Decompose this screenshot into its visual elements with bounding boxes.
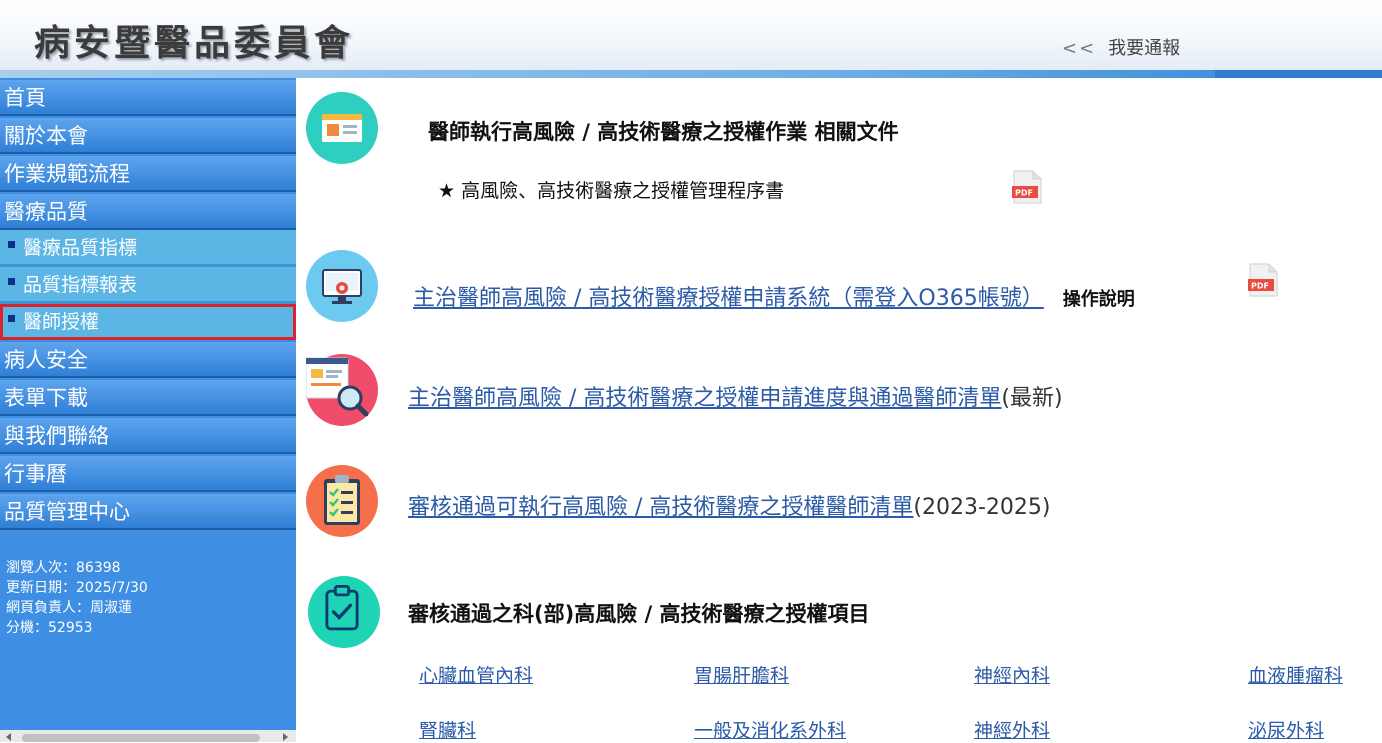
- sidebar-subitem-quality-indicators[interactable]: 醫療品質指標: [0, 230, 296, 266]
- doc-item-label: 高風險、高技術醫療之授權管理程序書: [461, 180, 785, 202]
- square-bullet-icon: [8, 278, 15, 285]
- header-divider: [0, 70, 1382, 78]
- dept-link-hematology-oncology[interactable]: 血液腫瘤科: [1248, 661, 1343, 688]
- operation-guide-label: 操作說明: [1062, 289, 1135, 310]
- section-application-progress: 主治醫師高風險 / 高技術醫療之授權申請進度與通過醫師清單(最新): [408, 380, 1063, 412]
- sidebar-subitem-label: 醫師授權: [23, 311, 100, 333]
- scroll-right-icon[interactable]: [283, 733, 288, 741]
- sidebar-item-home[interactable]: 首頁: [0, 80, 296, 116]
- document-icon: [306, 92, 378, 164]
- sidebar-subitem-indicator-reports[interactable]: 品質指標報表: [0, 267, 296, 303]
- sidebar-item-qm-center[interactable]: 品質管理中心: [0, 494, 296, 530]
- pdf-label: PDF: [1015, 189, 1033, 198]
- sidebar-item-about[interactable]: 關於本會: [0, 118, 296, 154]
- phone-extension: 分機：52953: [6, 620, 93, 636]
- year-range: (2023-2025): [913, 495, 1051, 520]
- scroll-left-icon[interactable]: [6, 733, 11, 741]
- monitor-icon: [306, 250, 378, 322]
- sidebar-item-contact[interactable]: 與我們聯絡: [0, 418, 296, 454]
- site-header: 病安暨醫品委員會 << 我要通報: [0, 0, 1382, 78]
- sidebar-subitem-label: 醫療品質指標: [23, 237, 138, 259]
- pdf-icon[interactable]: PDF: [1248, 263, 1278, 297]
- square-bullet-icon: [8, 241, 15, 248]
- star-icon: ★: [438, 180, 456, 202]
- application-system-link[interactable]: 主治醫師高風險 / 高技術醫療授權申請系統（需登入O365帳號）: [413, 286, 1044, 311]
- pdf-icon[interactable]: PDF: [1012, 170, 1042, 204]
- dept-link-general-surgery[interactable]: 一般及消化系外科: [694, 716, 846, 743]
- report-link[interactable]: << 我要通報: [1062, 34, 1180, 60]
- square-bullet-icon: [8, 315, 15, 322]
- clipboard-list-icon: [306, 465, 378, 537]
- page-owner: 網頁負責人：周淑蓮: [6, 600, 132, 616]
- sidebar-subitem-label: 品質指標報表: [23, 274, 138, 296]
- dept-link-cardiology[interactable]: 心臟血管內科: [419, 661, 533, 688]
- pdf-label: PDF: [1251, 282, 1269, 291]
- dept-link-neurology[interactable]: 神經內科: [974, 661, 1050, 688]
- update-date: 更新日期：2025/7/30: [6, 580, 148, 596]
- sidebar-item-procedures[interactable]: 作業規範流程: [0, 156, 296, 192]
- sidebar: 首頁 關於本會 作業規範流程 醫療品質 醫療品質指標 品質指標報表 醫師授權 病…: [0, 78, 296, 742]
- dept-link-nephrology[interactable]: 腎臟科: [419, 716, 476, 743]
- site-stats: 瀏覽人次：86398 更新日期：2025/7/30 網頁負責人：周淑蓮 分機：5…: [6, 558, 148, 638]
- double-chevron-left-icon: <<: [1062, 38, 1097, 59]
- doc-item-procedure: ★ 高風險、高技術醫療之授權管理程序書: [438, 176, 784, 203]
- section-documents-title: 醫師執行高風險 / 高技術醫療之授權作業 相關文件: [428, 120, 899, 144]
- report-search-icon: [305, 354, 378, 426]
- clipboard-check-icon: [308, 576, 380, 648]
- section-application-system: 主治醫師高風險 / 高技術醫療授權申請系統（需登入O365帳號） 操作說明: [413, 280, 1135, 312]
- view-count: 瀏覽人次：86398: [6, 560, 121, 576]
- latest-note: (最新): [1001, 386, 1063, 411]
- sidebar-item-forms[interactable]: 表單下載: [0, 380, 296, 416]
- approved-physicians-link[interactable]: 審核通過可執行高風險 / 高技術醫療之授權醫師清單: [408, 495, 913, 520]
- scrollbar-thumb[interactable]: [22, 734, 260, 742]
- dept-link-gastroenterology[interactable]: 胃腸肝膽科: [694, 661, 789, 688]
- application-progress-link[interactable]: 主治醫師高風險 / 高技術醫療之授權申請進度與通過醫師清單: [408, 386, 1001, 411]
- sidebar-subitem-physician-privileging[interactable]: 醫師授權: [0, 304, 296, 340]
- sidebar-item-patient-safety[interactable]: 病人安全: [0, 342, 296, 378]
- site-title: 病安暨醫品委員會: [34, 22, 355, 64]
- section-approved-physicians: 審核通過可執行高風險 / 高技術醫療之授權醫師清單(2023-2025): [408, 489, 1051, 521]
- sidebar-item-quality[interactable]: 醫療品質: [0, 194, 296, 230]
- sidebar-item-calendar[interactable]: 行事曆: [0, 456, 296, 492]
- section-approved-items-title: 審核通過之科(部)高風險 / 高技術醫療之授權項目: [408, 602, 870, 626]
- horizontal-scrollbar[interactable]: [0, 730, 296, 742]
- dept-link-neurosurgery[interactable]: 神經外科: [974, 716, 1050, 743]
- dept-link-urology[interactable]: 泌尿外科: [1248, 716, 1324, 743]
- header-divider-accent: [1215, 70, 1382, 78]
- report-label: 我要通報: [1108, 38, 1181, 59]
